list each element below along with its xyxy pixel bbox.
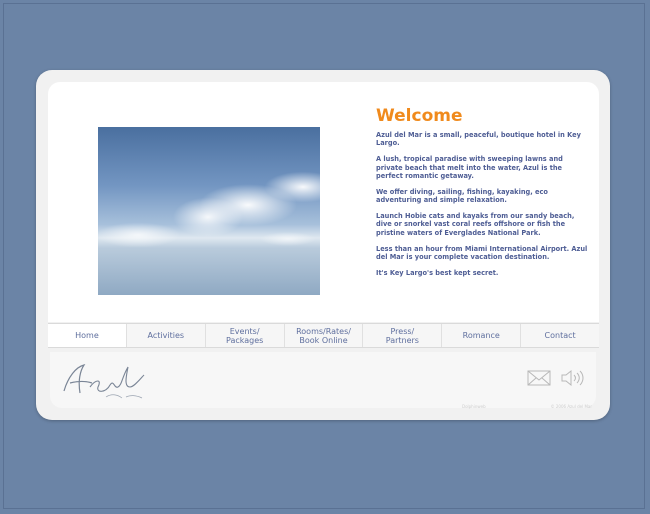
nav-item-contact[interactable]: Contact [521,324,599,347]
nav-item-romance[interactable]: Romance [442,324,522,347]
welcome-paragraph: Launch Hobie cats and kayaks from our sa… [376,212,575,237]
footer-credit-right: © 2006 Azul del Mar [550,404,592,409]
welcome-paragraph: A lush, tropical paradise with sweeping … [376,155,563,181]
azul-logo[interactable] [56,357,156,405]
nav-item-home[interactable]: Home [48,324,127,347]
hero-photo [98,127,320,295]
nav-item-activities[interactable]: Activities [127,324,206,347]
sound-icon[interactable] [560,368,584,388]
welcome-paragraph: It's Key Largo's best kept secret. [376,268,499,277]
welcome-body: Azul del Mar is a small, peaceful, bouti… [376,131,588,285]
welcome-title: Welcome [376,106,463,126]
welcome-paragraph: Less than an hour from Miami Internation… [376,244,588,262]
nav-item-rooms-rates[interactable]: Rooms/Rates/ Book Online [285,324,364,347]
mail-icon[interactable] [527,369,551,387]
welcome-paragraph: Azul del Mar is a small, peaceful, bouti… [376,131,581,148]
footer-credits: Dolphinweb © 2006 Azul del Mar [462,404,592,409]
nav-item-press-partners[interactable]: Press/ Partners [363,324,443,347]
footer-credit-left[interactable]: Dolphinweb [462,404,486,409]
main-nav: Home Activities Events/ Packages Rooms/R… [48,323,599,348]
welcome-paragraph: We offer diving, sailing, fishing, kayak… [376,187,548,205]
nav-item-events-packages[interactable]: Events/ Packages [206,324,285,347]
